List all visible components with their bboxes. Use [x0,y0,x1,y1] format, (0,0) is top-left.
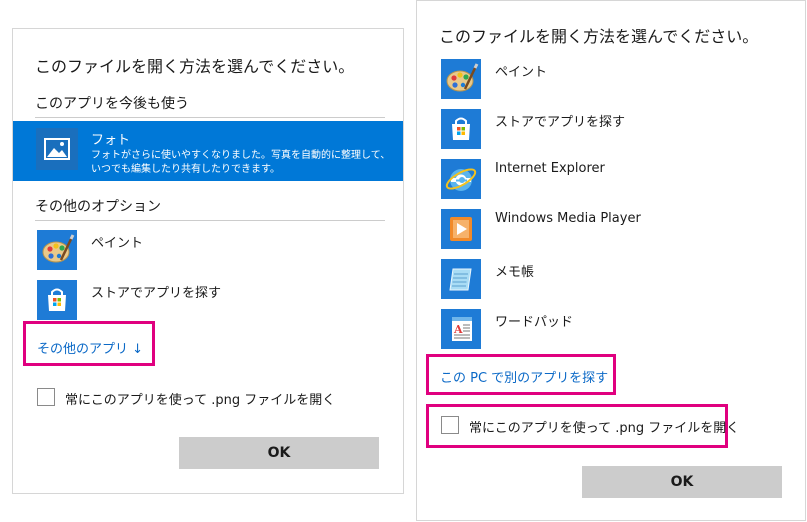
app-item-notepad[interactable]: メモ帳 [441,259,781,299]
windows-media-player-icon [441,209,481,249]
wordpad-icon [441,309,481,349]
divider [35,117,385,118]
find-other-app-link[interactable]: この PC で別のアプリを探す [440,367,608,386]
app-item-windows-media-player[interactable]: Windows Media Player [441,209,781,249]
app-item-store[interactable]: ストアでアプリを探す [441,109,781,149]
always-use-checkbox[interactable] [37,388,55,406]
dialog-title: このファイルを開く方法を選んでください。 [439,27,759,46]
open-with-dialog-collapsed: このファイルを開く方法を選んでください。 このアプリを今後も使う フォト フォト… [12,28,404,494]
always-use-checkbox-row[interactable]: 常にこのアプリを使って .png ファイルを開く [441,416,739,438]
ok-button[interactable]: OK [582,466,782,498]
paint-icon [441,59,481,99]
always-use-label: 常にこのアプリを使って .png ファイルを開く [65,393,336,408]
store-icon [37,280,77,320]
app-item-label: ペイント [495,65,548,80]
app-item-paint[interactable]: ペイント [441,59,781,99]
app-item-label: ストアでアプリを探す [495,115,626,130]
selected-app-description: フォトがさらに使いやすくなりました。写真を自動的に整理して、いつでも編集したり共… [91,150,391,175]
keep-using-section-label: このアプリを今後も使う [35,96,189,112]
paint-icon [37,230,77,270]
internet-explorer-icon [441,159,481,199]
ok-button[interactable]: OK [179,437,379,469]
app-item-label: ストアでアプリを探す [91,286,222,301]
always-use-checkbox-row[interactable]: 常にこのアプリを使って .png ファイルを開く [37,388,377,410]
dialog-title: このファイルを開く方法を選んでください。 [35,57,355,76]
always-use-checkbox[interactable] [441,416,459,434]
divider [35,220,385,221]
app-item-internet-explorer[interactable]: Internet Explorer [441,159,781,199]
app-item-label: Windows Media Player [495,211,641,226]
app-item-store[interactable]: ストアでアプリを探す [37,280,377,320]
open-with-dialog-expanded: このファイルを開く方法を選んでください。 ペイント ストアでアプリを探す Int… [416,0,806,521]
app-item-paint[interactable]: ペイント [37,230,377,270]
app-item-label: ワードパッド [495,315,574,330]
app-item-label: メモ帳 [495,265,535,280]
selected-app-name: フォト [91,133,131,148]
store-icon [441,109,481,149]
app-item-wordpad[interactable]: ワードパッド [441,309,781,349]
more-apps-link[interactable]: その他のアプリ ↓ [37,338,143,357]
other-options-section-label: その他のオプション [35,199,161,215]
app-item-label: ペイント [91,236,144,251]
always-use-label: 常にこのアプリを使って .png ファイルを開く [469,421,740,436]
notepad-icon [441,259,481,299]
photos-icon [36,128,78,170]
app-item-label: Internet Explorer [495,161,605,176]
selected-app-photos[interactable]: フォト フォトがさらに使いやすくなりました。写真を自動的に整理して、いつでも編集… [13,121,403,181]
